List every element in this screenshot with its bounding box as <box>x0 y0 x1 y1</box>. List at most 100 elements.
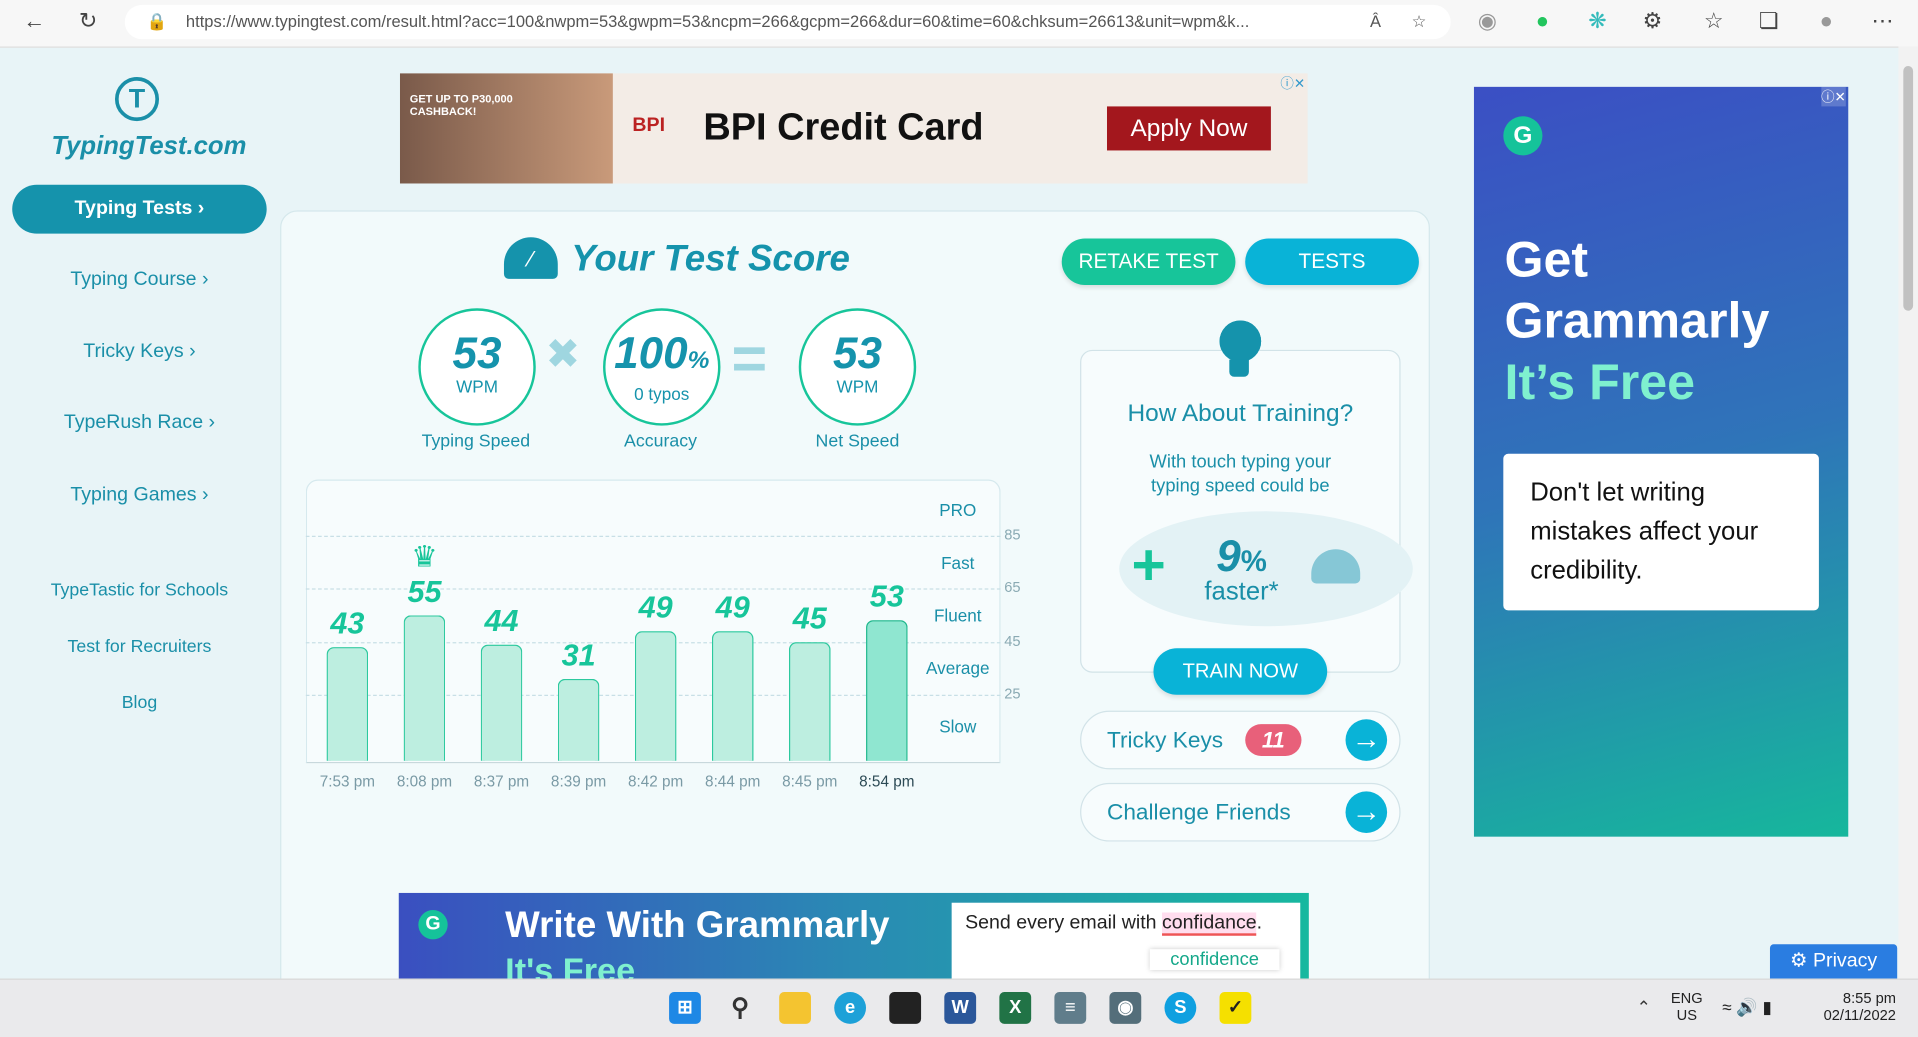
lightbulb-head <box>1219 320 1262 363</box>
camera-app-icon[interactable]: ◉ <box>1109 992 1142 1024</box>
plus-icon: + <box>1131 533 1166 599</box>
arrow-right-icon[interactable]: → <box>1345 791 1388 833</box>
bar <box>866 620 908 761</box>
ad-body: Don't let writing mistakes affect your c… <box>1503 453 1819 611</box>
scrollbar[interactable] <box>1898 46 1918 979</box>
accuracy-circle: 100% 0 typos <box>603 308 721 426</box>
accuracy-pct: % <box>687 347 710 375</box>
search-icon[interactable]: ⚲ <box>724 992 756 1024</box>
sidebar-item-tricky-keys[interactable]: Tricky Keys › <box>0 341 279 363</box>
net-speed-label: Net Speed <box>815 431 900 452</box>
x-tick-label: 7:53 pm <box>319 773 376 791</box>
wifi-volume-battery-icons[interactable]: ≈ 🔊 ▮ <box>1722 997 1772 1018</box>
scrollbar-thumb[interactable] <box>1903 66 1914 311</box>
sidebar-item-typing-games[interactable]: Typing Games › <box>0 484 279 506</box>
y-tick-label: 85 <box>1004 525 1021 544</box>
ad-headline-2: Grammarly <box>1504 292 1770 349</box>
apply-now-button[interactable]: Apply Now <box>1106 106 1271 151</box>
arrow-right-icon[interactable]: → <box>1345 719 1388 761</box>
y-tick-label: 45 <box>1004 631 1021 650</box>
band-label: Slow <box>939 716 977 737</box>
training-title: How About Training? <box>1127 399 1354 427</box>
grammarly-logo-icon: G <box>1503 116 1543 156</box>
start-icon[interactable]: ⊞ <box>669 992 701 1024</box>
refresh-icon[interactable]: ↻ <box>73 9 102 35</box>
improvement-pct-sign: % <box>1240 545 1267 579</box>
y-tick-label: 25 <box>1004 684 1021 702</box>
typing-tests-button[interactable]: Typing Tests › <box>12 184 267 234</box>
address-bar[interactable]: 🔒 https://www.typingtest.com/result.html… <box>124 4 1451 40</box>
x-tick-label: 8:44 pm <box>705 773 761 791</box>
tricky-keys-button[interactable]: Tricky Keys 11 → <box>1080 710 1401 770</box>
language[interactable]: ENG <box>1671 990 1703 1007</box>
challenge-friends-button[interactable]: Challenge Friends → <box>1080 782 1401 842</box>
ad-close-icon[interactable]: ⓘ✕ <box>1821 86 1846 107</box>
back-icon[interactable]: ← <box>20 9 49 35</box>
grammarly-ad[interactable]: G Get Grammarly It’s Free Don't let writ… <box>1473 86 1849 837</box>
read-aloud-icon[interactable]: Â <box>1370 5 1381 39</box>
typing-speed-circle: 53 WPM <box>418 308 536 426</box>
link-recruiters[interactable]: Test for Recruiters <box>0 637 279 657</box>
retake-test-button[interactable]: RETAKE TEST <box>1061 238 1236 286</box>
sidebar-item-typerush-race[interactable]: TypeRush Race › <box>0 412 279 434</box>
logo[interactable]: TypingTest.com <box>51 132 246 161</box>
gridline <box>305 535 1001 537</box>
ad-tagline: GET UP TO P30,000 CASHBACK! <box>409 92 513 118</box>
bpi-ad[interactable]: GET UP TO P30,000 CASHBACK! BPI BPI Cred… <box>399 73 1308 184</box>
taskbar: ⊞ ⚲ e W X ≡ ◉ S ✓ ⌃ ENG US ≈ 🔊 ▮ 8:55 pm 0… <box>0 978 1918 1037</box>
favorites-icon[interactable]: ☆ <box>1699 9 1728 35</box>
grammarly-logo-icon: G <box>418 910 448 940</box>
browser-toolbar: ← ↻ 🔒 https://www.typingtest.com/result.… <box>0 0 1918 48</box>
chevron-up-icon[interactable]: ⌃ <box>1637 997 1651 1018</box>
grammarly-bottom-ad[interactable]: G Write With Grammarly It's Free Send ev… <box>398 892 1309 979</box>
sticky-notes-icon[interactable] <box>889 992 922 1024</box>
clock-date[interactable]: 02/11/2022 <box>1808 1007 1896 1024</box>
times-icon: ✖ <box>545 331 581 378</box>
net-value: 53 <box>832 327 882 378</box>
band-label: Average <box>926 658 990 678</box>
edge-icon[interactable]: e <box>834 992 867 1024</box>
tricky-keys-label: Tricky Keys <box>1106 726 1224 753</box>
clock-time[interactable]: 8:55 pm <box>1808 990 1896 1007</box>
typing-speed-label: Typing Speed <box>421 431 531 452</box>
extension-icon[interactable]: ❋ <box>1583 9 1612 35</box>
word-icon[interactable]: W <box>944 992 977 1024</box>
privacy-button[interactable]: ⚙ Privacy <box>1769 944 1898 979</box>
calculator-icon[interactable]: ≡ <box>1054 992 1087 1024</box>
profile-avatar[interactable]: ● <box>1812 9 1841 35</box>
ad-bottom-sub: It's Free <box>505 951 636 979</box>
norton-icon[interactable]: ✓ <box>1219 992 1252 1024</box>
x-tick-label: 8:42 pm <box>627 773 684 791</box>
favorite-icon[interactable]: ☆ <box>1412 5 1427 39</box>
bar-value-label: 31 <box>561 638 596 673</box>
ad-close-icon[interactable]: ⓘ✕ <box>1280 73 1305 93</box>
more-icon[interactable]: ⋯ <box>1868 9 1897 35</box>
speed-value: 53 <box>452 327 502 378</box>
x-tick-label: 8:54 pm <box>859 773 915 791</box>
link-typetastic[interactable]: TypeTastic for Schools <box>0 581 279 601</box>
screen: ← ↻ 🔒 https://www.typingtest.com/result.… <box>0 0 1918 1037</box>
y-tick-label: 65 <box>1004 578 1021 597</box>
lock-icon: 🔒 <box>146 12 168 31</box>
chat-extension-icon[interactable]: ● <box>1528 9 1557 35</box>
email-period: . <box>1256 912 1263 934</box>
region[interactable]: US <box>1671 1007 1703 1024</box>
challenge-friends-label: Challenge Friends <box>1106 798 1291 825</box>
excel-icon[interactable]: X <box>999 992 1032 1024</box>
tests-button[interactable]: TESTS <box>1245 238 1419 286</box>
training-text-1: With touch typing your <box>1149 451 1332 473</box>
extensions-icon[interactable]: ⚙ <box>1638 9 1667 35</box>
misspelled-word: confidance <box>1162 912 1257 936</box>
collections-icon[interactable]: ❏ <box>1754 9 1783 35</box>
skype-icon[interactable]: S <box>1164 992 1197 1024</box>
bar <box>634 631 677 761</box>
sidebar-item-typing-course[interactable]: Typing Course › <box>0 269 279 291</box>
file-explorer-icon[interactable] <box>779 992 811 1024</box>
bar-value-label: 49 <box>715 590 750 625</box>
link-blog[interactable]: Blog <box>0 694 279 714</box>
camera-icon[interactable]: ◉ <box>1473 9 1502 35</box>
equals-icon: = <box>731 324 768 393</box>
train-now-button[interactable]: TRAIN NOW <box>1153 648 1328 695</box>
logo-icon: T <box>114 77 160 122</box>
bar-value-label: 55 <box>407 574 442 610</box>
